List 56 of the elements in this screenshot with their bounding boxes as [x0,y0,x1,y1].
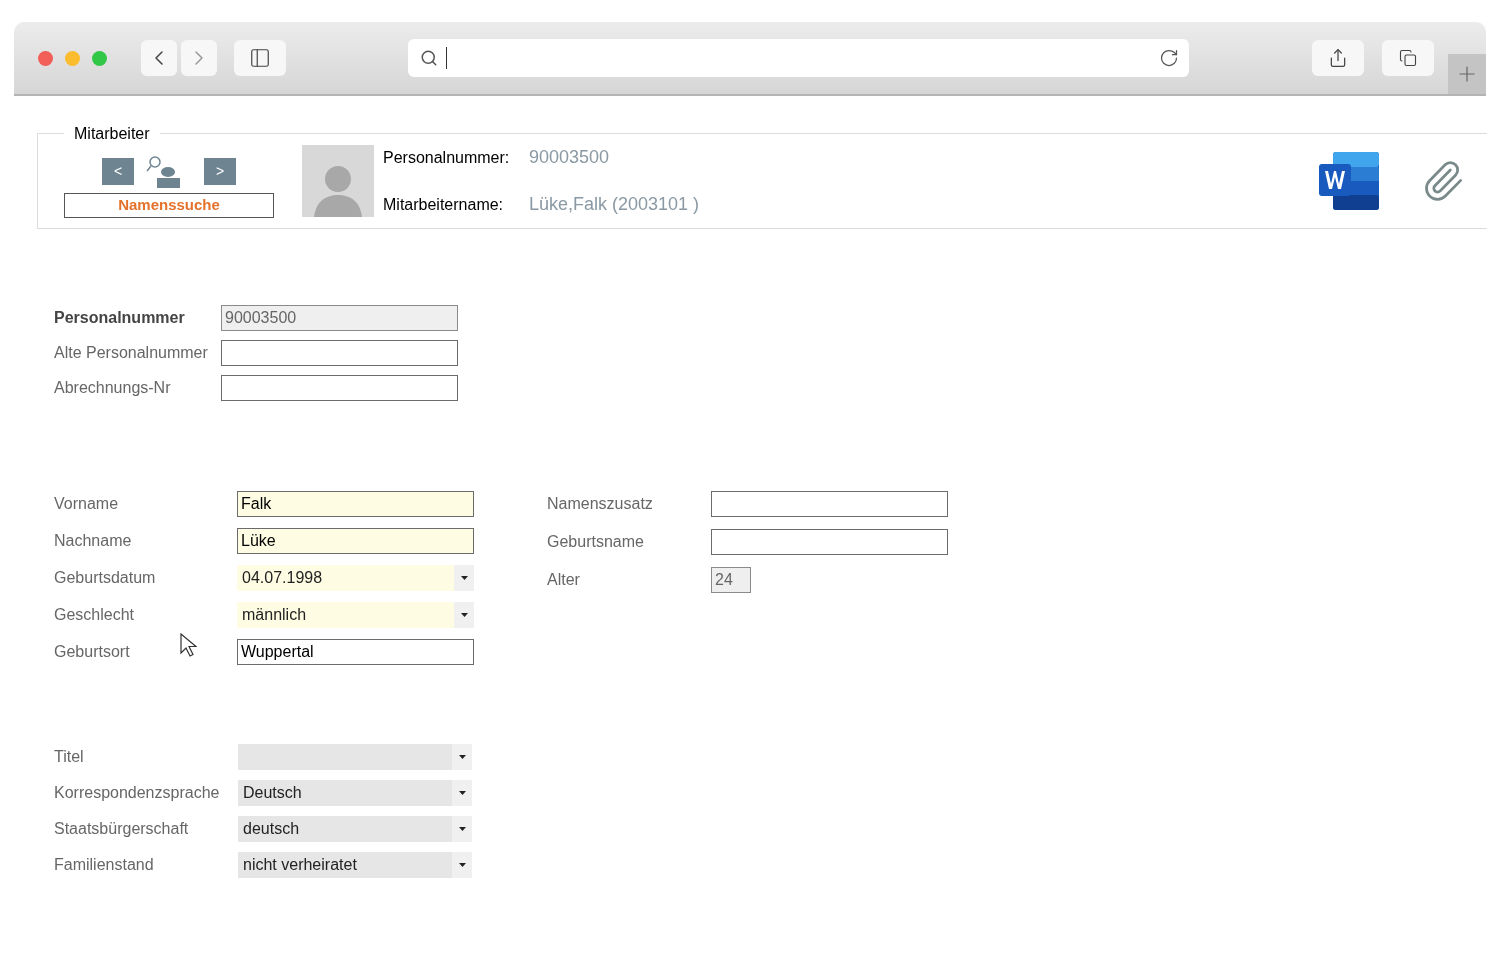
info-value: 90003500 [529,146,610,169]
search-icon [420,49,438,67]
field-label: Alte Personalnummer [54,343,208,363]
caret-icon [460,576,468,580]
input-field[interactable] [221,340,458,366]
address-field[interactable] [408,39,1189,77]
input-field[interactable]: 24 [711,567,751,593]
field-label: Namenszusatz [547,494,653,514]
input-field[interactable] [221,375,458,401]
mouse-cursor-icon [180,633,197,657]
field-label: Korrespondenzsprache [54,783,220,803]
dropdown-field[interactable]: nicht verheiratet [238,852,472,878]
photo-placeholder [302,145,374,217]
field-label: Abrechnungs-Nr [54,378,171,398]
dropdown-field[interactable]: männlich [237,602,474,628]
field-label: Geburtsort [54,642,130,662]
dropdown-field[interactable]: Deutsch [238,780,472,806]
input-field[interactable]: 90003500 [221,305,458,331]
reload-icon[interactable] [1159,48,1179,68]
input-field[interactable]: Falk [237,491,474,517]
input-field[interactable]: Lüke [237,528,474,554]
input-field[interactable] [711,529,948,555]
close-window-icon[interactable] [38,50,53,66]
field-label: Nachname [54,531,132,551]
share-icon [1328,48,1348,68]
caret-icon [460,613,468,617]
field-label: Personalnummer [54,308,185,328]
caret-icon [458,827,466,831]
field-label: Geburtsdatum [54,568,156,588]
input-field[interactable] [711,491,948,517]
sidebar-button[interactable] [234,40,286,76]
word-document-icon[interactable] [1319,152,1381,210]
input-field[interactable]: Wuppertal [237,639,474,665]
previous-button[interactable]: < [102,158,134,185]
next-button[interactable]: > [204,158,236,185]
dropdown-field[interactable] [238,744,472,770]
info-label: Personalnummer: [383,147,511,168]
info-value: Lüke,Falk (2003101 ) [529,193,700,216]
caret-icon [458,755,466,759]
field-label: Vorname [54,494,119,514]
share-button[interactable] [1312,40,1364,76]
caret-icon [458,791,466,795]
dropdown-field[interactable]: 04.07.1998 [237,565,474,591]
back-button[interactable] [141,40,177,76]
tabs-button[interactable] [1382,40,1434,76]
caret-icon [458,863,466,867]
field-label: Familienstand [54,855,154,875]
field-label: Titel [54,747,84,767]
info-label: Mitarbeitername: [383,194,505,215]
tabs-icon [1399,49,1417,67]
sidebar-icon [249,47,271,69]
dropdown-field[interactable]: deutsch [238,816,472,842]
field-label: Staatsbürgerschaft [54,819,189,839]
field-label: Geschlecht [54,605,135,625]
field-label: Geburtsname [547,532,644,552]
field-label: Alter [547,570,580,590]
